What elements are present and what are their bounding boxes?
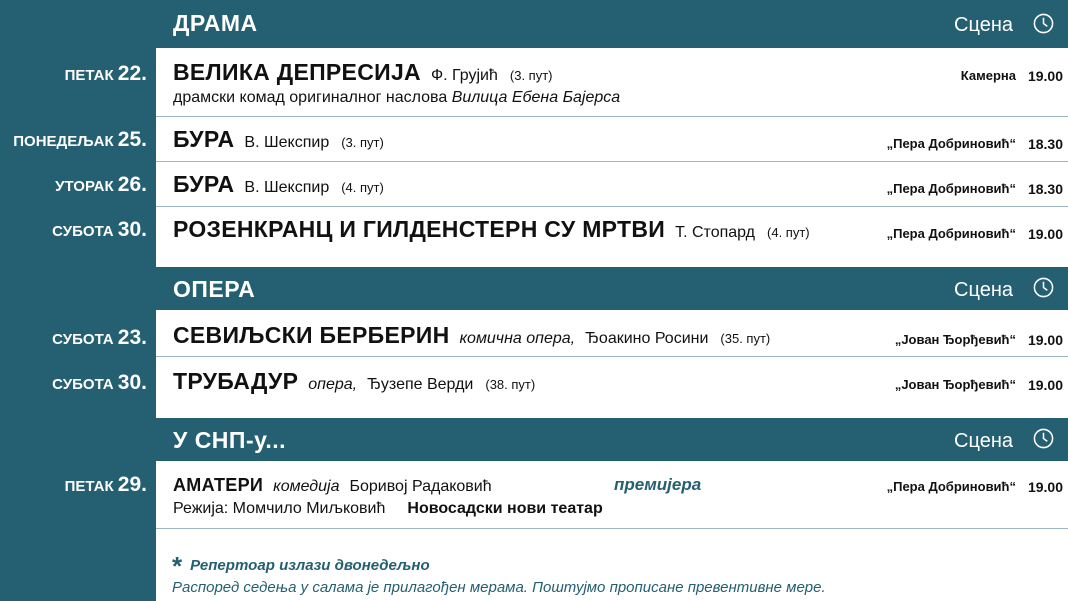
performance-count: (4. пут) — [341, 180, 384, 195]
show-author: В. Шекспир — [244, 179, 330, 196]
performance-count: (3. пут) — [341, 135, 384, 150]
clock-icon — [1033, 428, 1054, 449]
scena-label: Сцена — [954, 279, 1013, 301]
show-title: ВЕЛИКА ДЕПРЕСИЈА — [173, 59, 421, 85]
section-title: ОПЕРА — [173, 276, 256, 302]
show-row: УТОРАК 26. БУРА В. Шекспир (4. пут) „Пера … — [55, 162, 1068, 207]
show-title: АМАТЕРИ — [173, 475, 264, 495]
show-subtitle: драмски комад оригиналног наслова — [173, 89, 448, 106]
show-time: 19.00 — [1027, 479, 1063, 495]
scena-label: Сцена — [954, 14, 1013, 36]
clock-icon — [1033, 13, 1054, 34]
venue: „Јован Ђорђевић“ — [894, 332, 1016, 347]
venue: „Пера Добриновић“ — [886, 181, 1016, 196]
show-author: Ф. Грујић — [430, 67, 498, 84]
show-title: СЕВИЉСКИ БЕРБЕРИН — [173, 322, 450, 348]
performance-count: (3. пут) — [509, 68, 553, 83]
footer-line-2: Распоред седења у салама је прилагођен м… — [172, 579, 826, 596]
show-author: Т. Стопард — [675, 224, 756, 241]
performance-count: (4. пут) — [767, 225, 810, 240]
section-header-snp: У СНП-у... Сцена — [156, 418, 1068, 461]
show-row: СУБОТА 30. ТРУБАДУР опера, Ђузепе Верди (38… — [52, 357, 1068, 418]
venue: „Пера Добриновић“ — [886, 479, 1016, 494]
show-title: БУРА — [173, 126, 235, 152]
left-date-column — [0, 0, 156, 601]
show-row: СУБОТА 23. СЕВИЉСКИ БЕРБЕРИН комична опер… — [52, 310, 1068, 357]
show-author: В. Шекспир — [244, 134, 330, 151]
show-time: 19.00 — [1027, 332, 1063, 348]
show-title: РОЗЕНКРАНЦ И ГИЛДЕНСТЕРН СУ МРТВИ — [173, 216, 666, 242]
venue: Камерна — [960, 68, 1016, 83]
show-time: 19.00 — [1027, 226, 1063, 242]
show-genre: комедија — [273, 478, 340, 495]
show-time: 18.30 — [1027, 136, 1063, 152]
show-date: УТОРАК 26. — [55, 173, 147, 196]
show-row: ПОНЕДЕЉАК 25. БУРА В. Шекспир (3. пут) „Пе… — [13, 117, 1068, 162]
show-author: Ђоакино Росини — [585, 330, 709, 347]
director: Режија: Момчило Миљковић — [173, 500, 386, 517]
show-genre: комична опера, — [459, 330, 576, 347]
show-date: СУБОТА 30. — [52, 371, 147, 394]
section-header-drama: ДРАМА Сцена — [156, 0, 1068, 48]
performance-count: (35. пут) — [720, 331, 771, 346]
footer-line-1: Репертоар излази двонедељно — [190, 557, 430, 574]
show-time: 19.00 — [1027, 377, 1063, 393]
show-date: ПОНЕДЕЉАК 25. — [13, 128, 147, 151]
show-genre: опера, — [308, 376, 358, 393]
show-date: СУБОТА 30. — [52, 218, 147, 241]
show-subtitle-italic: Вилица Ебена Бајерса — [451, 89, 621, 106]
company: Новосадски нови театар — [407, 500, 603, 517]
show-time: 19.00 — [1027, 68, 1063, 84]
scena-label: Сцена — [954, 430, 1013, 452]
performance-count: (38. пут) — [485, 377, 536, 392]
venue: „Пера Добриновић“ — [886, 226, 1016, 241]
show-title: ТРУБАДУР — [173, 368, 299, 394]
show-row: СУБОТА 30. РОЗЕНКРАНЦ И ГИЛДЕНСТЕРН СУ М… — [52, 207, 1068, 267]
premiere-badge: премијера — [614, 475, 702, 494]
show-title: БУРА — [173, 171, 235, 197]
show-date: СУБОТА 23. — [52, 326, 147, 349]
show-row: ПЕТАК 29. АМАТЕРИ комедија Боривој Радаков… — [65, 461, 1068, 529]
show-author: Ђузепе Верди — [367, 376, 474, 393]
show-author: Боривој Радаковић — [349, 478, 492, 495]
show-row: ПЕТАК 22. ВЕЛИКА ДЕПРЕСИЈА Ф. Грујић (3. п… — [65, 48, 1068, 117]
footer-notes: * Репертоар излази двонедељно Распоред се… — [172, 546, 826, 596]
clock-icon — [1033, 277, 1054, 298]
venue: „Пера Добриновић“ — [886, 136, 1016, 151]
asterisk-icon: * — [172, 551, 183, 581]
section-title: ДРАМА — [173, 10, 258, 36]
show-date: ПЕТАК 29. — [64, 473, 147, 496]
section-title: У СНП-у... — [173, 427, 287, 453]
show-date: ПЕТАК 22. — [64, 62, 147, 85]
show-time: 18.30 — [1027, 181, 1063, 197]
section-header-opera: ОПЕРА Сцена — [156, 267, 1068, 310]
venue: „Јован Ђорђевић“ — [894, 377, 1016, 392]
